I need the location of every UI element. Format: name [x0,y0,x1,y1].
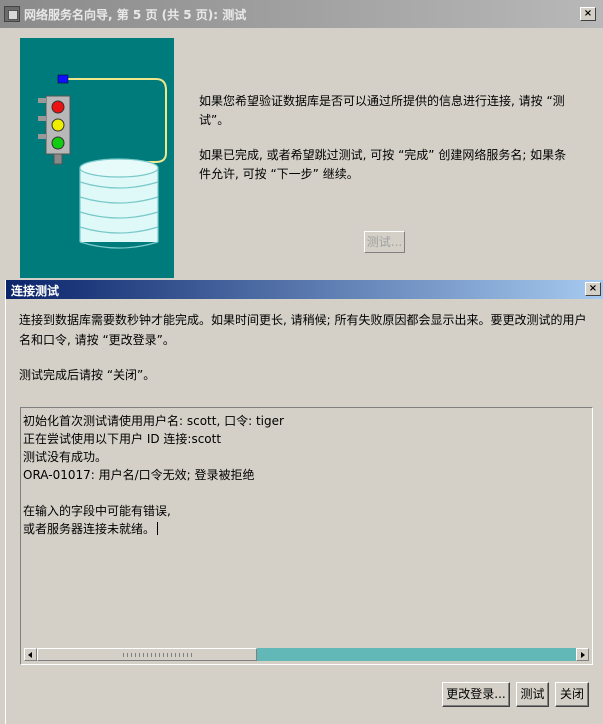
output-line: 在输入的字段中可能有错误, [23,504,171,518]
output-line-last: 或者服务器连接未就绪。 [23,520,588,538]
connection-test-dialog: 连接测试 × 连接到数据库需要数秒钟才能完成。如果时间更长, 请稍候; 所有失败… [5,280,603,724]
test-output-area[interactable]: 初始化首次测试请使用用户名: scott, 口令: tiger 正在尝试使用以下… [20,407,593,665]
output-line: 测试没有成功。 [23,450,108,464]
wizard-test-button[interactable]: 测试... [364,231,405,253]
wizard-title: 网络服务名向导, 第 5 页 (共 5 页): 测试 [24,8,247,22]
traffic-light-database-icon [38,74,167,249]
text-caret [157,522,159,535]
output-line: ORA-01017: 用户名/口令无效; 登录被拒绝 [23,468,255,482]
close-icon: × [588,283,598,294]
scrollbar-grip-icon [123,653,193,657]
wizard-test-instructions: 如果您希望验证数据库是否可以通过所提供的信息进行连接, 请按 “测 试”。 [199,94,565,127]
test-button[interactable]: 测试 [516,682,549,707]
scroll-right-arrow-icon[interactable] [576,648,589,661]
app-icon [4,6,20,22]
close-button[interactable]: 关闭 [555,682,589,707]
dialog-title: 连接测试 [11,284,60,298]
horizontal-scrollbar[interactable] [24,648,589,661]
wizard-window: 网络服务名向导, 第 5 页 (共 5 页): 测试 × 如果您希望验证数据库是… [0,0,603,280]
change-login-button[interactable]: 更改登录... [442,682,510,707]
wizard-illustration [20,38,174,278]
dialog-title-bar[interactable]: 连接测试 × [6,280,603,299]
scrollbar-thumb[interactable] [37,648,257,661]
output-line: 正在尝试使用以下用户 ID 连接:scott [23,432,222,446]
output-line: 初始化首次测试请使用用户名: scott, 口令: tiger [23,414,284,428]
dialog-close-hint: 测试完成后请按 “关闭”。 [19,368,156,382]
dialog-info-text: 连接到数据库需要数秒钟才能完成。如果时间更长, 请稍候; 所有失败原因都会显示出… [19,313,587,347]
test-output-lines: 初始化首次测试请使用用户名: scott, 口令: tiger 正在尝试使用以下… [23,412,588,538]
dialog-close-button[interactable]: × [585,282,601,296]
wizard-finish-instructions: 如果已完成, 或者希望跳过测试, 可按 “完成” 创建网络服务名; 如果条 件允… [199,148,567,181]
wizard-close-button[interactable]: × [580,7,596,21]
close-icon: × [583,8,593,19]
wizard-title-bar[interactable]: 网络服务名向导, 第 5 页 (共 5 页): 测试 × [0,0,603,28]
scroll-left-arrow-icon[interactable] [24,648,37,661]
